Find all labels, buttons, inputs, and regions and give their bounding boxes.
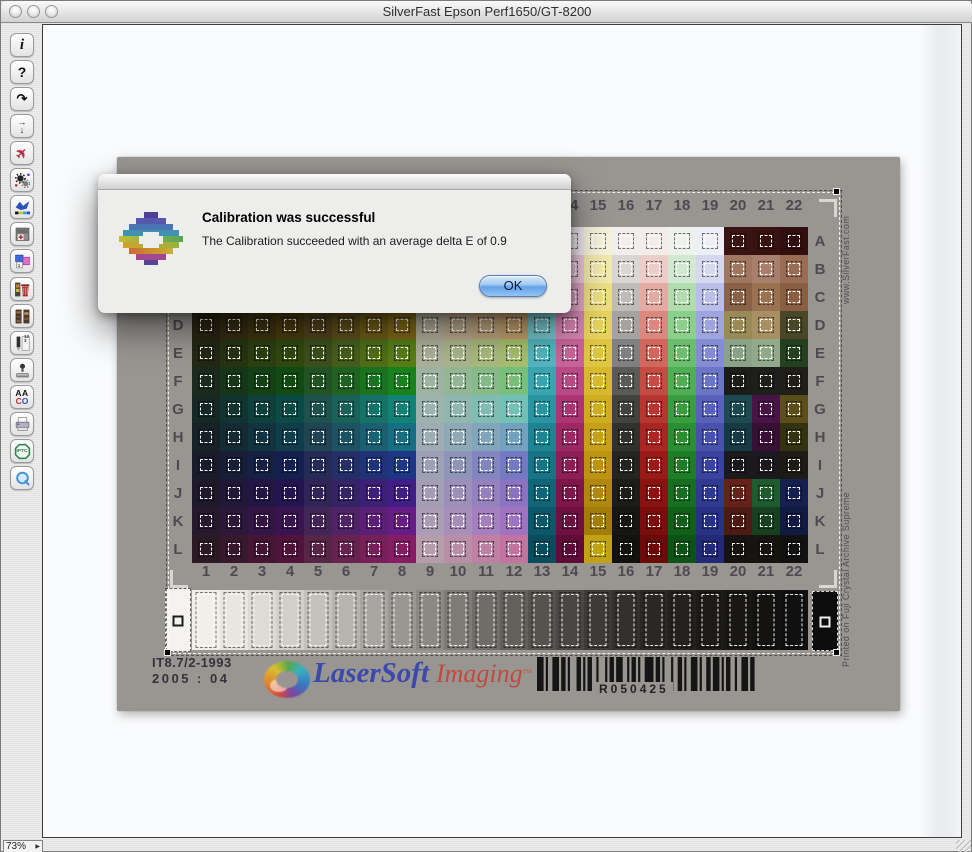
stamp-button[interactable] bbox=[10, 358, 34, 382]
auto-color-icon: AA CO bbox=[15, 389, 28, 405]
paper-type-text: Printed on Fuji Crystal Archive Supreme bbox=[841, 455, 851, 667]
lasersoft-wordmark: LaserSoftImaging™ bbox=[313, 657, 532, 690]
quicktime-icon bbox=[14, 470, 31, 487]
auto-color-button[interactable]: AA CO bbox=[10, 385, 34, 409]
window-title: SilverFast Epson Perf1650/GT-8200 bbox=[1, 1, 972, 23]
menu-arrow-icon: ▶ bbox=[35, 843, 40, 850]
frames-button[interactable]: 1 bbox=[10, 249, 34, 273]
zoom-button[interactable] bbox=[45, 5, 58, 18]
multi-frames-icon: 1 bbox=[14, 253, 31, 270]
ok-button[interactable]: OK bbox=[479, 275, 547, 297]
help-button[interactable]: ? bbox=[10, 60, 34, 84]
dialog-title: Calibration was successful bbox=[202, 210, 375, 225]
svg-text:1: 1 bbox=[17, 263, 20, 268]
printer-icon bbox=[14, 416, 31, 433]
flip-button[interactable]: →↓ bbox=[10, 114, 34, 138]
preview-area[interactable]: 12345678910111213141516171819202122 ABCD… bbox=[42, 24, 962, 838]
corner-bracket-tr bbox=[819, 199, 837, 217]
bird-colorbar-icon bbox=[14, 199, 31, 216]
densitometer-button[interactable]: 123 bbox=[10, 331, 34, 355]
corner-bracket-bl bbox=[170, 570, 188, 588]
quicktime-button[interactable] bbox=[10, 466, 34, 490]
film-strips-button[interactable] bbox=[10, 304, 34, 328]
repair-button[interactable] bbox=[10, 222, 34, 246]
calibration-alert-dialog: Calibration was successful The Calibrati… bbox=[98, 174, 571, 313]
marquee-handle-tr[interactable] bbox=[833, 188, 840, 195]
iptc-button[interactable]: IPTC bbox=[10, 439, 34, 463]
silverfast-url-text: www.SilverFast.com bbox=[841, 202, 851, 304]
it8-batch-label: 2005 : 04 bbox=[152, 671, 229, 686]
help-icon: ? bbox=[18, 64, 27, 80]
zoom-level-menu[interactable]: 73% ▶ bbox=[3, 840, 43, 852]
trash-icon bbox=[14, 281, 31, 298]
flip-icon: →↓ bbox=[18, 118, 27, 134]
airplane-icon: ✈ bbox=[12, 143, 32, 163]
info-icon: i bbox=[20, 37, 24, 54]
gears-icon bbox=[14, 172, 31, 189]
info-button[interactable]: i bbox=[10, 33, 34, 57]
print-button[interactable] bbox=[10, 412, 34, 436]
dialog-message: The Calibration succeeded with an averag… bbox=[202, 234, 507, 248]
general-settings-button[interactable] bbox=[10, 168, 34, 192]
close-button[interactable] bbox=[9, 5, 22, 18]
densitometer-numbers: 123 bbox=[24, 335, 30, 343]
corner-bracket-br bbox=[819, 570, 837, 588]
negatives-icon bbox=[14, 308, 31, 325]
image-settings-button[interactable] bbox=[10, 195, 34, 219]
scanpilot-button[interactable]: ✈ bbox=[10, 141, 34, 165]
rotate-icon: ↷ bbox=[17, 91, 28, 107]
it8-standard-label: IT8.7/2-1993 bbox=[152, 655, 232, 670]
first-aid-icon bbox=[14, 226, 31, 243]
minimize-button[interactable] bbox=[27, 5, 40, 18]
iptc-label: IPTC bbox=[11, 449, 33, 454]
lasersoft-logo-icon bbox=[264, 661, 310, 698]
rotate-button[interactable]: ↷ bbox=[10, 87, 34, 111]
barcode-label: R050425 bbox=[595, 682, 673, 696]
marquee-handle-br[interactable] bbox=[833, 649, 840, 656]
dialog-titlebar[interactable] bbox=[98, 174, 571, 190]
delete-frame-button[interactable] bbox=[10, 277, 34, 301]
silverfast-eye-icon bbox=[119, 210, 183, 266]
window-titlebar: SilverFast Epson Perf1650/GT-8200 bbox=[1, 1, 972, 23]
resize-grip[interactable] bbox=[956, 840, 971, 852]
zoom-level-value: 73% bbox=[6, 841, 26, 852]
stamp-icon bbox=[14, 362, 31, 379]
